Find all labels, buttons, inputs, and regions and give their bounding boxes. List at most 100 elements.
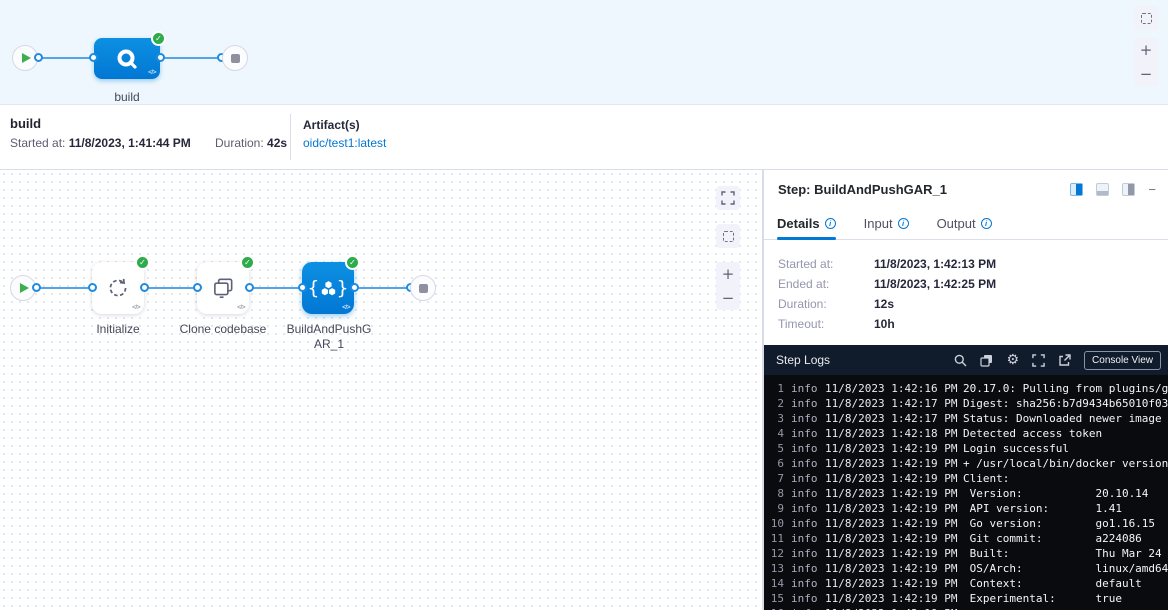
marquee-icon bbox=[1141, 13, 1152, 24]
step-details-panel: Step: BuildAndPushGAR_1 − Details i Inpu… bbox=[763, 170, 1168, 610]
zoom-out-button[interactable]: − bbox=[1134, 62, 1158, 86]
stop-icon bbox=[231, 54, 240, 63]
log-line: 9info11/8/2023 1:42:19 PM API version: 1… bbox=[764, 501, 1168, 516]
step-details-list: Started at: 11/8/2023, 1:42:13 PM Ended … bbox=[764, 254, 1168, 334]
marquee-icon bbox=[723, 231, 734, 242]
log-line: 7info11/8/2023 1:42:19 PMClient: bbox=[764, 471, 1168, 486]
detail-row-ended: Ended at: 11/8/2023, 1:42:25 PM bbox=[764, 274, 1168, 294]
log-toolbar: ⚙ Console View bbox=[954, 351, 1161, 370]
log-line: 1info11/8/2023 1:42:16 PM20.17.0: Pullin… bbox=[764, 381, 1168, 396]
step-label-initialize[interactable]: Initialize bbox=[68, 322, 168, 336]
step-node-clone-codebase[interactable]: </> bbox=[197, 262, 249, 314]
port bbox=[89, 53, 98, 62]
stage-node-build[interactable]: </> bbox=[94, 38, 160, 79]
step-node-initialize[interactable]: </> bbox=[92, 262, 144, 314]
port bbox=[34, 53, 43, 62]
step-logs-panel: Step Logs ⚙ Console View 1info11/8/20 bbox=[764, 345, 1168, 610]
log-line: 5info11/8/2023 1:42:19 PMLogin successfu… bbox=[764, 441, 1168, 456]
artifact-link[interactable]: oidc/test1:latest bbox=[303, 136, 386, 150]
fit-icon bbox=[721, 191, 735, 205]
zoom-controls: + − bbox=[716, 262, 740, 310]
tab-details[interactable]: Details i bbox=[777, 216, 836, 239]
code-icon: </> bbox=[237, 304, 245, 311]
marquee-select-button[interactable] bbox=[1134, 6, 1158, 30]
stage-label[interactable]: build bbox=[94, 90, 160, 104]
page: { "colors": { "primary": "#0278d5", "suc… bbox=[0, 0, 1168, 610]
success-badge: ✓ bbox=[240, 255, 255, 270]
gear-icon[interactable]: ⚙ bbox=[1006, 353, 1019, 367]
fullscreen-icon[interactable] bbox=[1032, 354, 1045, 367]
code-icon: </> bbox=[342, 304, 350, 311]
gar-icon: { } bbox=[307, 279, 348, 298]
detail-row-duration: Duration: 12s bbox=[764, 294, 1168, 314]
divider bbox=[290, 114, 291, 160]
edge bbox=[144, 287, 197, 289]
code-icon: </> bbox=[148, 69, 156, 76]
minimize-panel-button[interactable]: − bbox=[1148, 183, 1156, 196]
edge bbox=[38, 57, 94, 59]
port bbox=[350, 283, 359, 292]
port bbox=[245, 283, 254, 292]
play-icon bbox=[20, 283, 29, 293]
panel-layout-controls: − bbox=[1070, 183, 1156, 196]
stop-icon bbox=[419, 284, 428, 293]
port bbox=[88, 283, 97, 292]
log-line: 6info11/8/2023 1:42:19 PM+ /usr/local/bi… bbox=[764, 456, 1168, 471]
detail-row-started: Started at: 11/8/2023, 1:42:13 PM bbox=[764, 254, 1168, 274]
initialize-icon bbox=[105, 275, 131, 301]
zoom-controls: + − bbox=[1134, 38, 1158, 86]
step-node-buildandpushgar[interactable]: { } </> bbox=[302, 262, 354, 314]
log-line: 13info11/8/2023 1:42:19 PM OS/Arch: linu… bbox=[764, 561, 1168, 576]
layout-bottom-icon[interactable] bbox=[1096, 183, 1109, 196]
info-icon: i bbox=[981, 218, 992, 229]
zoom-in-button[interactable]: + bbox=[716, 262, 740, 286]
port bbox=[298, 283, 307, 292]
port bbox=[193, 283, 202, 292]
log-line: 4info11/8/2023 1:42:18 PMDetected access… bbox=[764, 426, 1168, 441]
layout-right-icon[interactable] bbox=[1070, 183, 1083, 196]
clone-codebase-icon bbox=[210, 275, 236, 301]
console-view-button[interactable]: Console View bbox=[1084, 351, 1161, 370]
step-panel-tabs: Details i Input i Output i bbox=[764, 210, 1168, 240]
success-badge: ✓ bbox=[135, 255, 150, 270]
code-icon: </> bbox=[132, 304, 140, 311]
zoom-out-button[interactable]: − bbox=[716, 286, 740, 310]
graph-end-node bbox=[410, 275, 436, 301]
zoom-in-button[interactable]: + bbox=[1134, 38, 1158, 62]
step-label-buildandpushgar[interactable]: BuildAndPushGAR_1 bbox=[285, 322, 373, 352]
fit-to-screen-button[interactable] bbox=[716, 186, 740, 210]
edge bbox=[249, 287, 302, 289]
log-line: 14info11/8/2023 1:42:19 PM Context: defa… bbox=[764, 576, 1168, 591]
success-badge: ✓ bbox=[151, 31, 166, 46]
log-line: 2info11/8/2023 1:42:17 PMDigest: sha256:… bbox=[764, 396, 1168, 411]
stage-summary-bar: build Started at: 11/8/2023, 1:41:44 PM … bbox=[0, 106, 1168, 170]
stage-started-at: Started at: 11/8/2023, 1:41:44 PM bbox=[10, 136, 191, 150]
tab-input[interactable]: Input i bbox=[864, 216, 909, 239]
step-logs-header: Step Logs ⚙ Console View bbox=[764, 345, 1168, 375]
edge bbox=[354, 287, 410, 289]
marquee-select-button[interactable] bbox=[716, 224, 740, 248]
log-line: 15info11/8/2023 1:42:19 PM Experimental:… bbox=[764, 591, 1168, 606]
tab-output[interactable]: Output i bbox=[937, 216, 992, 239]
log-body[interactable]: 1info11/8/2023 1:42:16 PM20.17.0: Pullin… bbox=[764, 375, 1168, 610]
search-icon[interactable] bbox=[954, 354, 967, 367]
stage-summary-title: build bbox=[10, 116, 41, 131]
port bbox=[32, 283, 41, 292]
step-label-clone-codebase[interactable]: Clone codebase bbox=[158, 322, 288, 336]
edge bbox=[36, 287, 92, 289]
pipeline-end-node bbox=[222, 45, 248, 71]
artifacts-label: Artifact(s) bbox=[303, 118, 360, 132]
edge bbox=[160, 57, 222, 59]
success-badge: ✓ bbox=[345, 255, 360, 270]
detail-row-timeout: Timeout: 10h bbox=[764, 314, 1168, 334]
layout-split-icon[interactable] bbox=[1122, 183, 1135, 196]
play-icon bbox=[22, 53, 31, 63]
info-icon: i bbox=[898, 218, 909, 229]
log-line: 3info11/8/2023 1:42:17 PMStatus: Downloa… bbox=[764, 411, 1168, 426]
stage-duration: Duration: 42s bbox=[215, 136, 287, 150]
open-external-icon[interactable] bbox=[1058, 354, 1071, 367]
port bbox=[156, 53, 165, 62]
pipeline-stage-canvas: </> ✓ build + − bbox=[0, 0, 1168, 105]
copy-icon[interactable] bbox=[980, 354, 993, 367]
log-line: 10info11/8/2023 1:42:19 PM Go version: g… bbox=[764, 516, 1168, 531]
